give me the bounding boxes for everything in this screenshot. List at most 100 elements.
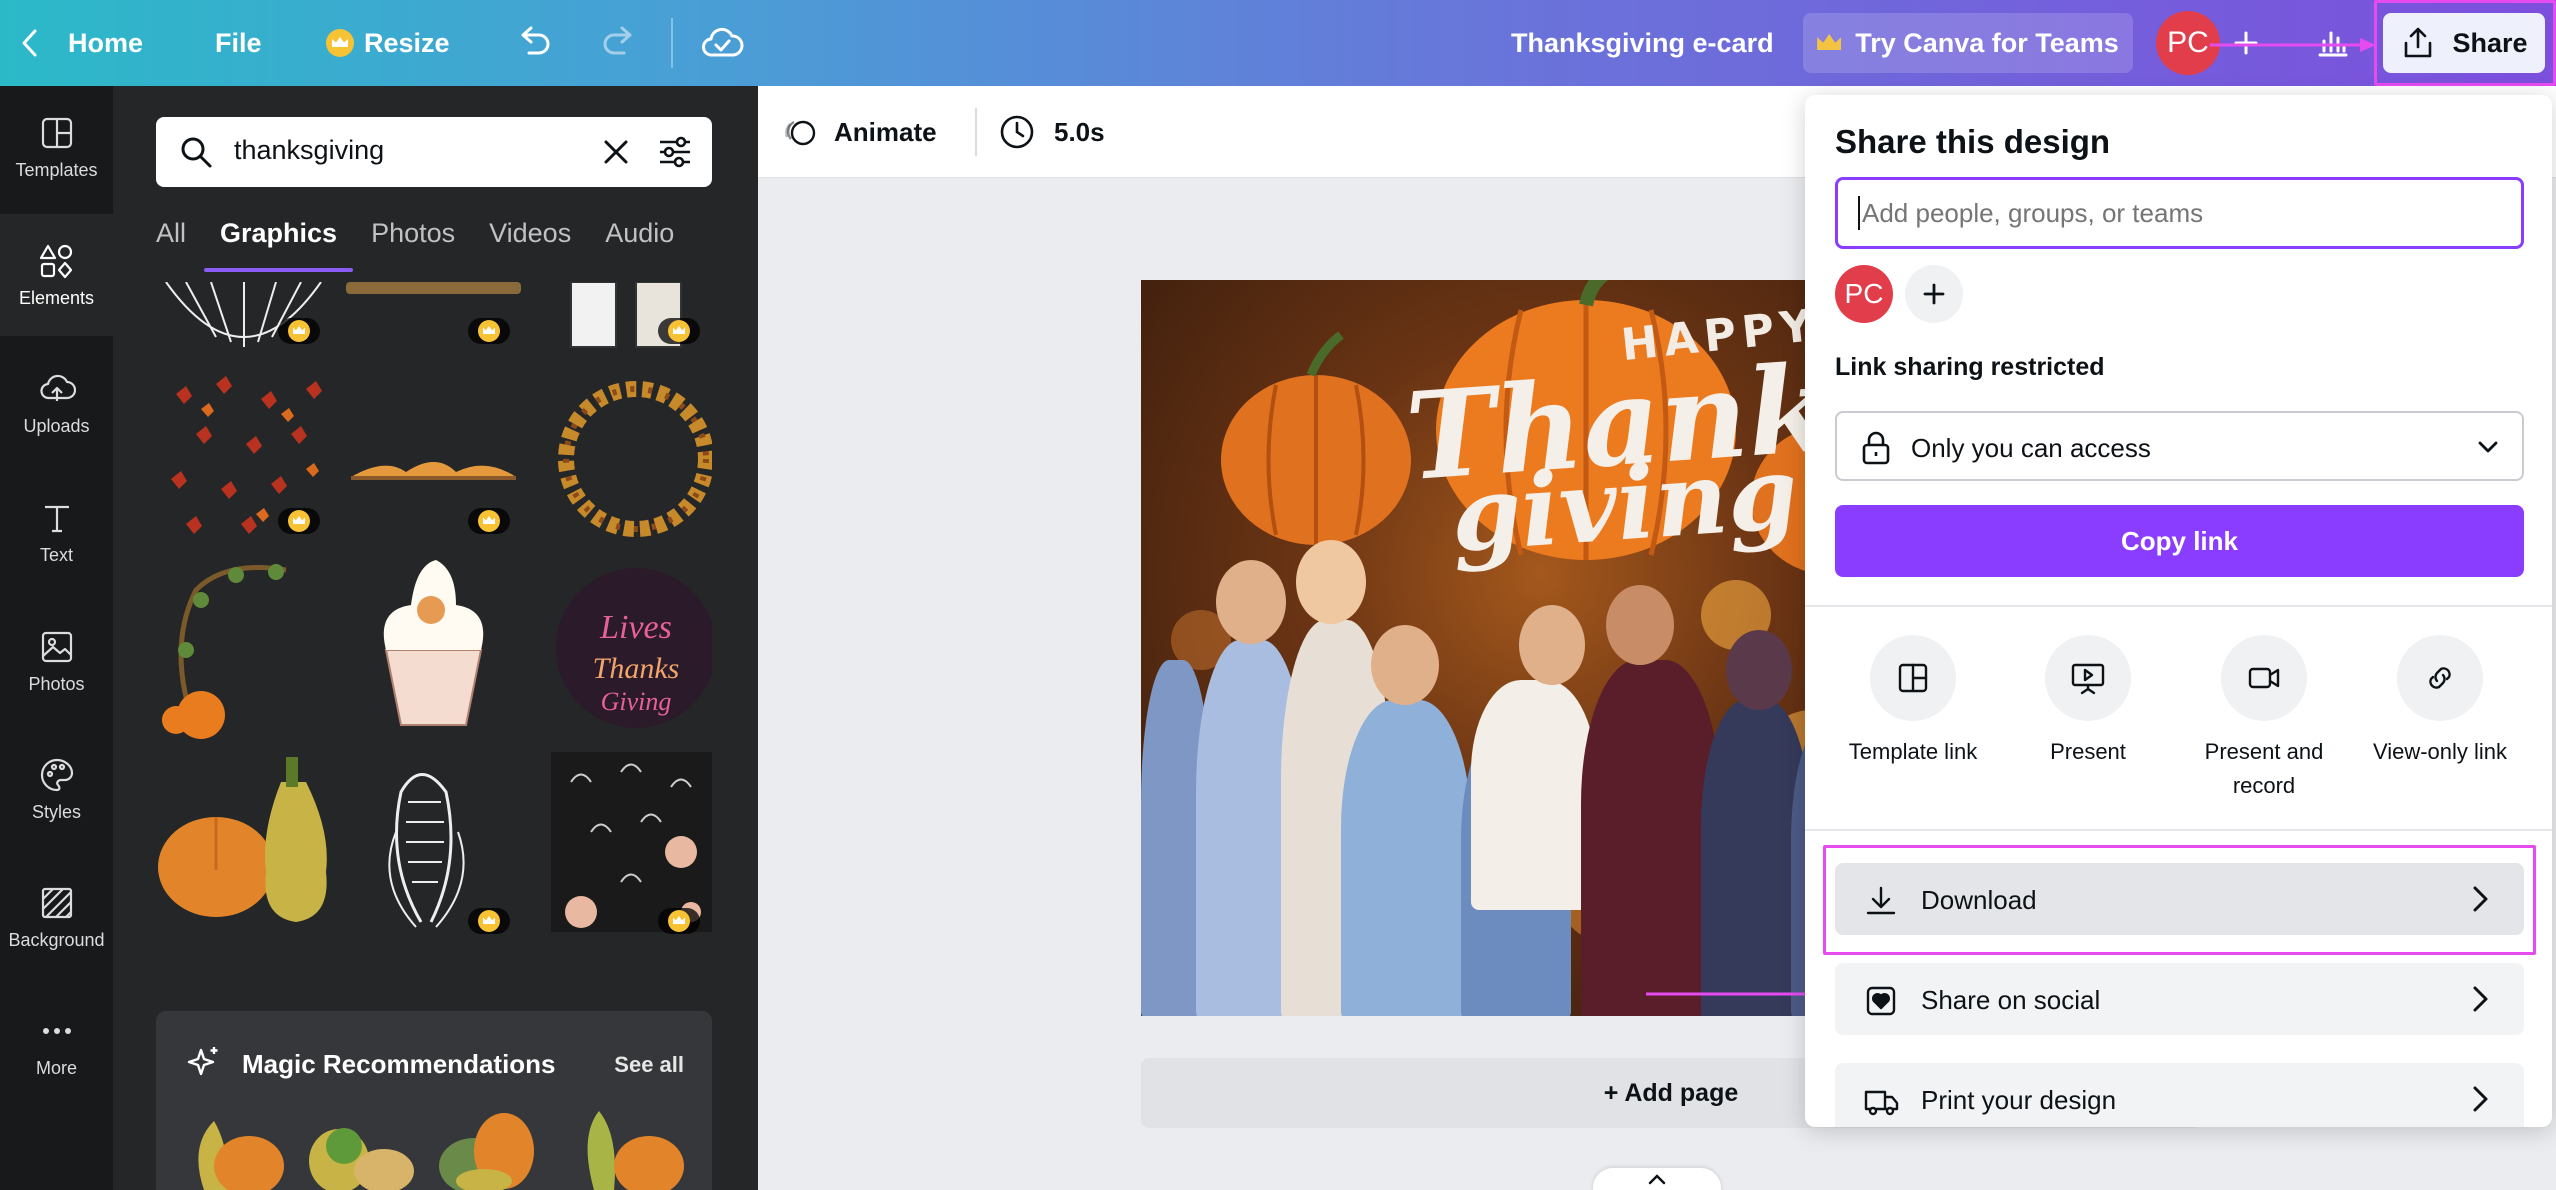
graphics-grid: Lives Thanks Giving [156, 282, 712, 1022]
elements-panel: All Graphics Photos Videos Audio Lives Th… [113, 86, 758, 1190]
person-figure [1581, 660, 1721, 1016]
rail-label: Uploads [23, 415, 90, 436]
rail-item-elements[interactable]: Elements [0, 214, 113, 336]
redo-icon [603, 26, 632, 55]
clear-search-icon[interactable] [602, 138, 630, 166]
rail-item-text[interactable]: Text [0, 471, 113, 593]
person-figure [1341, 700, 1471, 1016]
present-icon [2071, 663, 2105, 695]
download-icon [1863, 883, 1899, 919]
share-dialog: Share this design PC Link sharing restri… [1805, 95, 2552, 1127]
share-social-label: Share on social [1921, 985, 2101, 1015]
rail-item-more[interactable]: More [0, 984, 113, 1106]
try-teams-button[interactable]: Try Canva for Teams [1803, 13, 2133, 73]
crown-icon [1817, 30, 1843, 56]
chevron-down-icon [2478, 441, 2498, 453]
crown-icon [478, 510, 500, 532]
cloud-save-button[interactable] [700, 0, 744, 86]
recommendation-thumbs[interactable] [184, 1106, 694, 1190]
graphic-tile[interactable] [346, 282, 521, 294]
share-option-circle[interactable] [1870, 635, 1956, 721]
copy-link-button[interactable]: Copy link [1835, 505, 2524, 577]
left-rail: Templates Elements Uploads Text Photos S… [0, 86, 113, 1190]
share-option-label: Present [2050, 739, 2126, 764]
share-button[interactable]: Share [2383, 13, 2545, 73]
rail-item-styles[interactable]: Styles [0, 728, 113, 850]
member-avatar[interactable]: PC [1835, 265, 1893, 323]
crown-icon [326, 29, 354, 57]
graphic-tile[interactable] [346, 752, 521, 932]
access-select[interactable]: Only you can access [1835, 411, 2524, 481]
graphic-tile[interactable]: Lives ThanksGiving [551, 560, 712, 735]
rail-item-uploads[interactable]: Uploads [0, 342, 113, 464]
background-icon [41, 887, 72, 918]
try-teams-label: Try Canva for Teams [1855, 27, 2119, 58]
annotation-arrow [2210, 38, 2376, 52]
rail-label: Background [8, 929, 105, 950]
tab-videos[interactable]: Videos [489, 218, 571, 268]
pages-drawer-handle[interactable] [1593, 1168, 1721, 1190]
magic-title: Magic Recommendations [242, 1049, 556, 1079]
tab-audio[interactable]: Audio [605, 218, 674, 268]
graphic-tile[interactable] [346, 550, 521, 740]
share-title: Share this design [1835, 123, 2111, 160]
premium-badge [658, 908, 700, 934]
share-option-circle[interactable] [2397, 635, 2483, 721]
more-icon [42, 1027, 71, 1034]
text-icon [44, 505, 69, 532]
share-option-circle[interactable] [2045, 635, 2131, 721]
print-design-label: Print your design [1921, 1085, 2117, 1115]
redo-button[interactable] [598, 0, 638, 86]
share-option-circle[interactable] [2221, 635, 2307, 721]
share-option-label: View-only link [2372, 739, 2508, 764]
uploads-icon [39, 374, 76, 401]
link-sharing-label: Link sharing restricted [1835, 353, 2105, 381]
graphic-tile[interactable] [551, 752, 712, 932]
home-button[interactable]: Home [18, 0, 143, 86]
animate-icon [785, 120, 816, 146]
design-title[interactable]: Thanksgiving e-card [1511, 0, 1774, 86]
resize-button[interactable]: Resize [326, 0, 450, 86]
search-box[interactable] [156, 117, 712, 187]
undo-button[interactable] [515, 0, 555, 86]
chevron-right-icon [2473, 1086, 2488, 1112]
graphic-tile[interactable] [156, 560, 331, 740]
rail-label: Templates [15, 159, 98, 180]
graphic-tile[interactable] [346, 432, 521, 492]
add-people-field[interactable] [1835, 177, 2524, 249]
design-page[interactable]: HAPPY Thanks giving [1141, 280, 1869, 1016]
search-icon [181, 137, 212, 168]
rail-item-photos[interactable]: Photos [0, 600, 113, 722]
see-all-link[interactable]: See all [614, 1052, 684, 1078]
file-menu-button[interactable]: File [215, 0, 262, 86]
print-design-row[interactable]: Print your design [1835, 1063, 2524, 1127]
add-member-button[interactable] [1905, 265, 1963, 323]
rail-item-background[interactable]: Background [0, 856, 113, 978]
crown-icon [478, 320, 500, 342]
rail-label: Text [39, 544, 73, 565]
access-value: Only you can access [1911, 433, 2151, 463]
rail-item-templates[interactable]: Templates [0, 86, 113, 208]
animate-label: Animate [834, 116, 937, 147]
graphic-tile[interactable] [551, 374, 712, 544]
tab-all[interactable]: All [156, 218, 186, 268]
chevron-right-icon [2473, 886, 2488, 912]
graphic-tile[interactable] [156, 752, 336, 932]
duration-button[interactable]: 5.0s [998, 86, 1105, 178]
premium-badge [468, 508, 510, 534]
present-record-icon [2248, 667, 2280, 689]
filter-sliders-icon[interactable] [658, 136, 692, 168]
download-row[interactable]: Download [1835, 863, 2524, 935]
tab-photos[interactable]: Photos [371, 218, 455, 268]
crown-icon [668, 910, 690, 932]
duration-value: 5.0s [1054, 116, 1105, 147]
share-social-row[interactable]: Share on social [1835, 963, 2524, 1035]
tab-graphics[interactable]: Graphics [204, 218, 354, 272]
person-head [1296, 540, 1366, 624]
animate-button[interactable]: Animate [782, 86, 937, 178]
search-input[interactable] [234, 135, 574, 166]
add-people-input[interactable] [1862, 198, 2502, 229]
crown-icon [478, 910, 500, 932]
share-label: Share [2452, 27, 2528, 58]
copy-link-label: Copy link [2120, 525, 2238, 556]
